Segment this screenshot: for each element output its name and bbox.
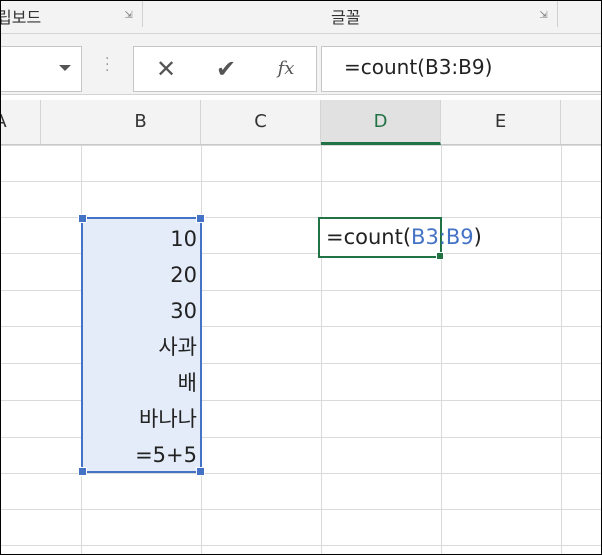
grid-line <box>1 545 601 546</box>
cell-b7[interactable]: 배 <box>81 365 201 401</box>
insert-function-button[interactable]: fx <box>261 47 311 91</box>
clipboard-group-label: 립보드 <box>0 8 42 27</box>
cell-b8[interactable]: 바나나 <box>81 401 201 437</box>
name-box[interactable] <box>1 46 82 92</box>
formula-text: =count(B3:B9) <box>344 55 493 79</box>
cell-b6[interactable]: 사과 <box>81 329 201 365</box>
formula-prefix: =count( <box>326 225 412 249</box>
enter-button[interactable]: ✔ <box>201 47 251 91</box>
formula-bar-area: · · · ✕ ✔ fx =count(B3:B9) <box>1 34 601 95</box>
chevron-down-icon[interactable] <box>59 65 71 71</box>
fill-handle[interactable] <box>436 252 444 260</box>
cell-edit-text: =count(B3:B9) <box>326 219 482 255</box>
column-header-c[interactable]: C <box>201 100 321 144</box>
cell-grid[interactable]: 10 20 30 사과 배 바나나 =5+5 =count(B3:B9) <box>1 145 601 554</box>
clipboard-dialog-launcher-icon[interactable]: ⇲ <box>123 10 134 21</box>
formula-suffix: ) <box>473 225 482 249</box>
grid-line <box>321 145 322 554</box>
grid-line <box>441 145 442 554</box>
column-header-d[interactable]: D <box>321 100 441 145</box>
column-header-a[interactable]: A <box>1 100 41 144</box>
cell-b4[interactable]: 20 <box>81 257 201 293</box>
cell-b3[interactable]: 10 <box>81 221 201 257</box>
column-header-e[interactable]: E <box>441 100 561 144</box>
grid-line <box>1 473 601 474</box>
formula-input[interactable]: =count(B3:B9) <box>321 46 601 92</box>
column-header-b[interactable]: B <box>81 100 201 144</box>
spreadsheet-window: 립보드 ⇲ 글꼴 ⇲ ··· ✕ ✔ fx =count(B3:B9) A B … <box>0 0 602 555</box>
resize-handle-icon[interactable]: · · · <box>105 52 109 78</box>
grid-line <box>561 145 562 554</box>
ribbon-divider <box>557 1 558 27</box>
grid-line <box>1 509 601 510</box>
ribbon-divider <box>142 1 143 27</box>
formula-buttons: ✕ ✔ fx <box>133 46 317 92</box>
grid-line <box>1 181 601 182</box>
grid-line <box>1 145 601 146</box>
cell-b9[interactable]: =5+5 <box>81 437 201 473</box>
cell-b5[interactable]: 30 <box>81 293 201 329</box>
active-cell-d3[interactable]: =count(B3:B9) <box>318 217 482 260</box>
formula-reference: B3:B9 <box>411 225 474 249</box>
font-dialog-launcher-icon[interactable]: ⇲ <box>538 10 549 21</box>
column-headers: A B C D E <box>1 100 601 145</box>
font-group-label: 글꼴 <box>331 8 361 27</box>
cancel-button[interactable]: ✕ <box>141 47 191 91</box>
ribbon-group-labels: 립보드 ⇲ 글꼴 ⇲ <box>1 1 601 34</box>
